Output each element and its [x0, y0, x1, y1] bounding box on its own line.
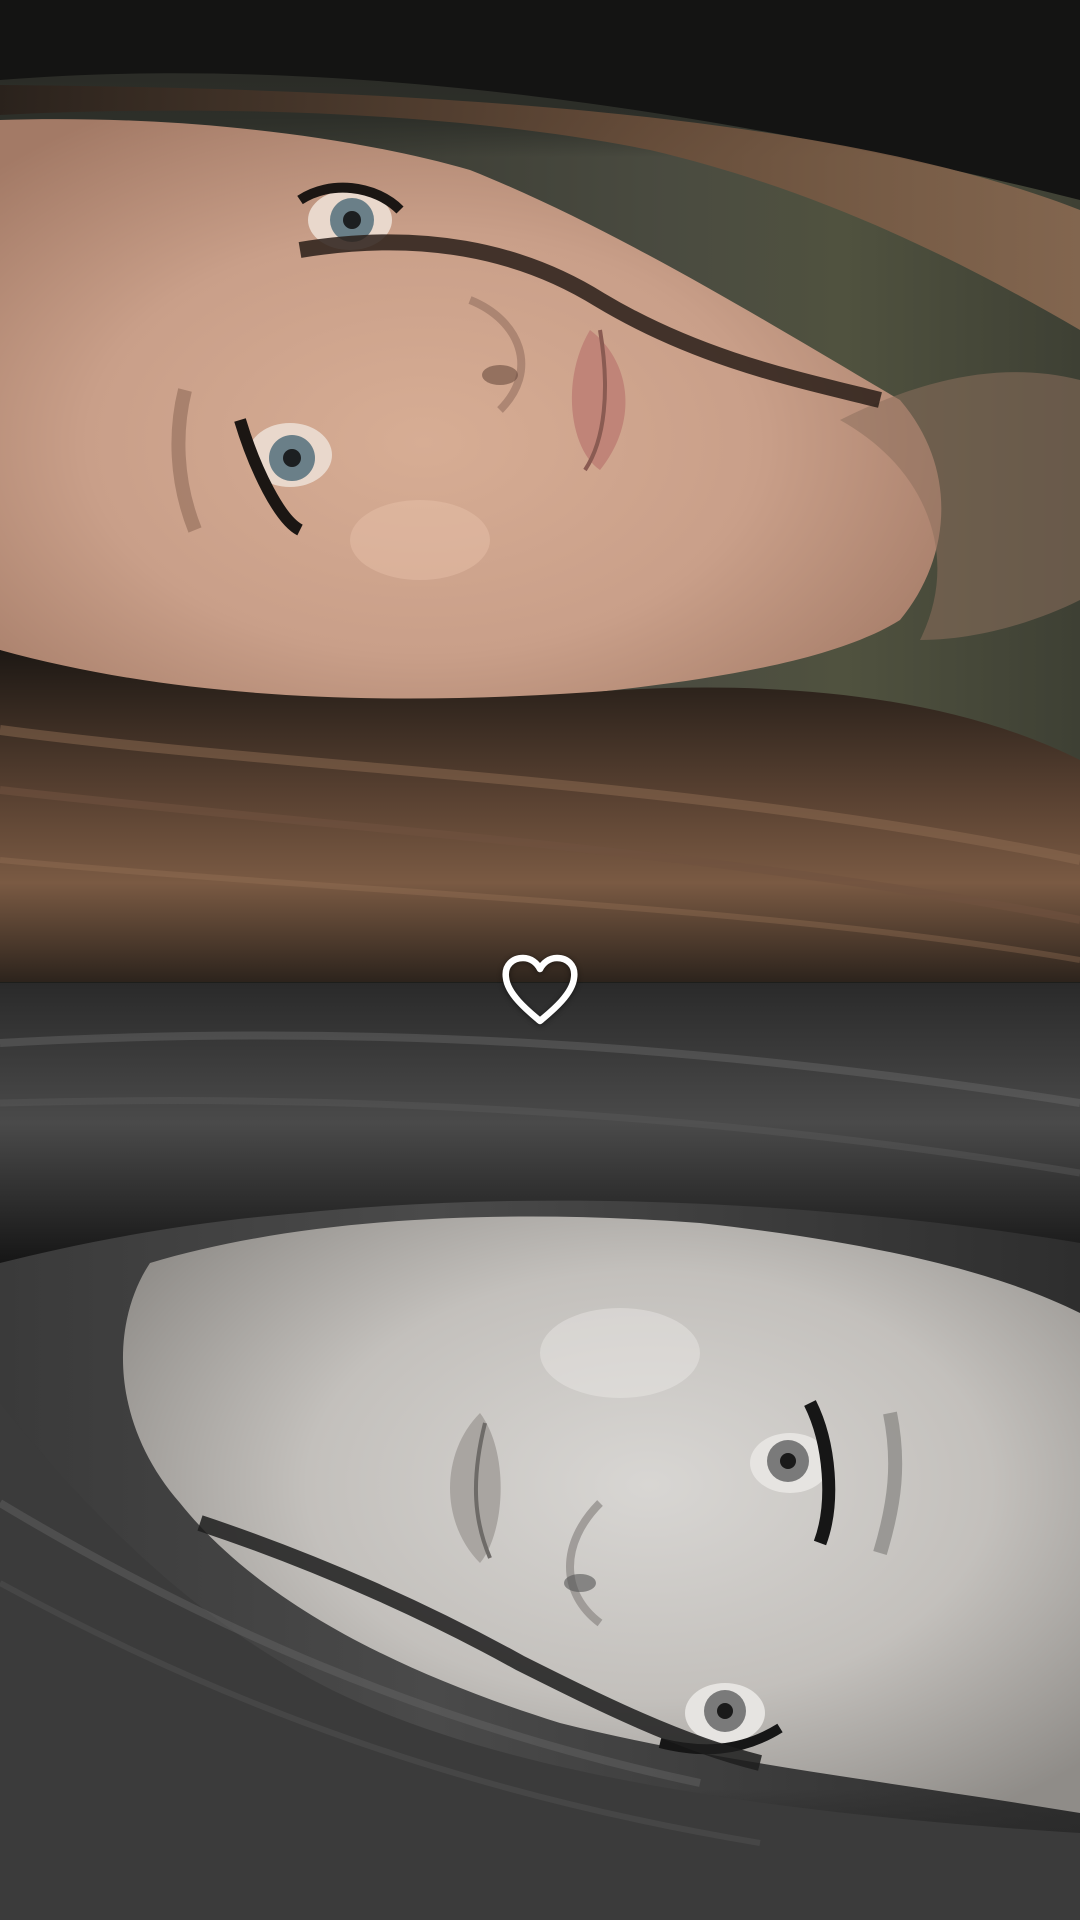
top-photo-color[interactable] — [0, 0, 1080, 983]
top-photo-illustration — [0, 0, 1080, 983]
bottom-photo-grayscale[interactable] — [0, 983, 1080, 1920]
photo-comparison-screen — [0, 0, 1080, 1920]
bottom-photo-illustration — [0, 983, 1080, 1920]
heart-outline-icon — [502, 954, 578, 1025]
like-button[interactable] — [497, 947, 583, 1033]
